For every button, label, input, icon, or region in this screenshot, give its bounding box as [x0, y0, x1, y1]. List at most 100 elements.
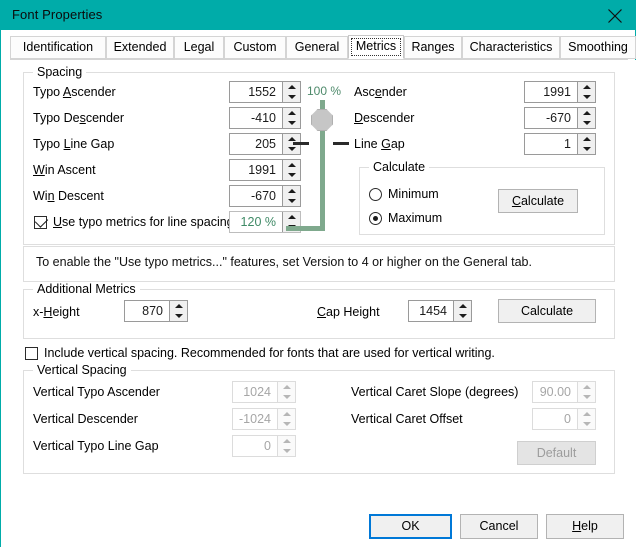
spinner-up-icon[interactable] — [578, 108, 595, 118]
typo-metrics-note: To enable the "Use typo metrics..." feat… — [23, 246, 615, 282]
spinner-up-icon[interactable] — [454, 301, 471, 311]
spinner-buttons[interactable] — [577, 82, 595, 102]
spinner-up-icon[interactable] — [578, 82, 595, 92]
spinner-down-icon[interactable] — [283, 144, 300, 154]
label-line-gap: Line Gap — [354, 137, 405, 151]
tab-strip: Identification Extended Legal Custom Gen… — [10, 35, 636, 60]
help-button[interactable]: Help — [546, 514, 624, 539]
calculate-legend: Calculate — [369, 160, 430, 174]
typo-ascender-spinner[interactable]: 1552 — [229, 81, 301, 103]
typo-ascender-value: 1552 — [248, 85, 276, 99]
spinner-down-icon[interactable] — [283, 170, 300, 180]
radio-maximum[interactable] — [369, 212, 382, 225]
spinner-buttons[interactable] — [282, 108, 300, 128]
cancel-button[interactable]: Cancel — [460, 514, 538, 539]
spinner-down-icon[interactable] — [578, 118, 595, 128]
slider-handle-icon[interactable] — [311, 109, 333, 131]
tab-label: Extended — [113, 40, 167, 54]
font-properties-dialog: Font Properties Identification Extended … — [0, 0, 636, 547]
check-icon — [34, 214, 49, 228]
spinner-down-icon[interactable] — [283, 118, 300, 128]
spinner-up-icon[interactable] — [283, 108, 300, 118]
spinner-buttons[interactable] — [282, 160, 300, 180]
spinner-buttons — [277, 436, 295, 456]
close-icon[interactable] — [593, 1, 636, 30]
ascender-spinner[interactable]: 1991 — [524, 81, 596, 103]
label-typo-line-gap: Typo Line Gap — [33, 137, 115, 151]
vertical-spacing-legend: Vertical Spacing — [33, 363, 131, 377]
win-descent-value: -670 — [250, 189, 276, 203]
spinner-up-icon[interactable] — [283, 160, 300, 170]
metrics-page: Spacing Typo Ascender Typo Descender Typ… — [1, 60, 636, 501]
spinner-down-icon[interactable] — [170, 311, 187, 321]
spinner-buttons — [577, 382, 595, 402]
connector-tick-right — [333, 142, 349, 145]
line-gap-spinner[interactable]: 1 — [524, 133, 596, 155]
tab-metrics[interactable]: Metrics — [348, 35, 404, 59]
vertical-default-button: Default — [517, 441, 596, 465]
vertical-caret-offset-value: 0 — [564, 412, 571, 426]
tab-label: Ranges — [411, 40, 455, 54]
spacing-legend: Spacing — [33, 65, 87, 79]
spinner-up-icon[interactable] — [283, 212, 300, 222]
spinner-up-icon[interactable] — [170, 301, 187, 311]
include-vertical-spacing-checkbox[interactable] — [25, 347, 38, 360]
tab-general[interactable]: General — [286, 36, 348, 59]
tab-ranges[interactable]: Ranges — [404, 36, 462, 59]
label-x-height: x-Height — [33, 305, 80, 319]
label-cap-height: Cap Height — [317, 305, 380, 319]
additional-metrics-calculate-button[interactable]: Calculate — [498, 299, 596, 323]
spinner-buttons[interactable] — [282, 82, 300, 102]
spinner-buttons[interactable] — [282, 186, 300, 206]
vertical-typo-line-gap-spinner: 0 — [232, 435, 296, 457]
x-height-spinner[interactable]: 870 — [124, 300, 188, 322]
tab-smoothing[interactable]: Smoothing — [560, 36, 636, 59]
tab-characteristics[interactable]: Characteristics — [462, 36, 560, 59]
spinner-down-icon[interactable] — [578, 92, 595, 102]
spinner-up-icon — [278, 436, 295, 446]
spinner-down-icon — [278, 446, 295, 456]
label-vertical-caret-slope: Vertical Caret Slope (degrees) — [351, 385, 519, 399]
spinner-down-icon[interactable] — [283, 92, 300, 102]
spinner-buttons[interactable] — [169, 301, 187, 321]
win-ascent-value: 1991 — [248, 163, 276, 177]
spinner-buttons[interactable] — [577, 108, 595, 128]
label-ascender: Ascender — [354, 85, 407, 99]
win-descent-spinner[interactable]: -670 — [229, 185, 301, 207]
spacing-calculate-button[interactable]: Calculate — [498, 189, 578, 213]
connector-tick-left — [293, 142, 309, 145]
cap-height-spinner[interactable]: 1454 — [408, 300, 472, 322]
typo-descender-spinner[interactable]: -410 — [229, 107, 301, 129]
tab-label: Identification — [22, 40, 94, 54]
tab-label: Characteristics — [469, 40, 553, 54]
tab-identification[interactable]: Identification — [10, 36, 106, 59]
label-vertical-typo-ascender: Vertical Typo Ascender — [33, 385, 160, 399]
spinner-up-icon[interactable] — [283, 82, 300, 92]
tab-custom[interactable]: Custom — [224, 36, 286, 59]
spinner-up-icon — [578, 409, 595, 419]
label-use-typo-metrics: Use typo metrics for line spacing — [53, 215, 234, 229]
label-vertical-typo-line-gap: Vertical Typo Line Gap — [33, 439, 159, 453]
typo-line-gap-spinner[interactable]: 205 — [229, 133, 301, 155]
spinner-down-icon[interactable] — [454, 311, 471, 321]
spinner-down-icon[interactable] — [283, 196, 300, 206]
spinner-up-icon[interactable] — [578, 134, 595, 144]
spinner-buttons — [277, 382, 295, 402]
use-typo-metrics-checkbox[interactable] — [34, 214, 49, 229]
spinner-up-icon[interactable] — [283, 186, 300, 196]
tab-extended[interactable]: Extended — [106, 36, 174, 59]
tab-legal[interactable]: Legal — [174, 36, 224, 59]
descender-spinner[interactable]: -670 — [524, 107, 596, 129]
spinner-buttons — [277, 409, 295, 429]
ok-button[interactable]: OK — [369, 514, 452, 539]
spinner-down-icon[interactable] — [578, 144, 595, 154]
radio-minimum[interactable] — [369, 188, 382, 201]
tab-label: Legal — [183, 40, 215, 54]
spinner-buttons[interactable] — [577, 134, 595, 154]
spinner-down-icon — [578, 392, 595, 402]
win-ascent-spinner[interactable]: 1991 — [229, 159, 301, 181]
cap-height-value: 1454 — [419, 304, 447, 318]
note-text: To enable the "Use typo metrics..." feat… — [36, 255, 532, 269]
label-maximum: Maximum — [388, 211, 443, 225]
spinner-buttons[interactable] — [453, 301, 471, 321]
